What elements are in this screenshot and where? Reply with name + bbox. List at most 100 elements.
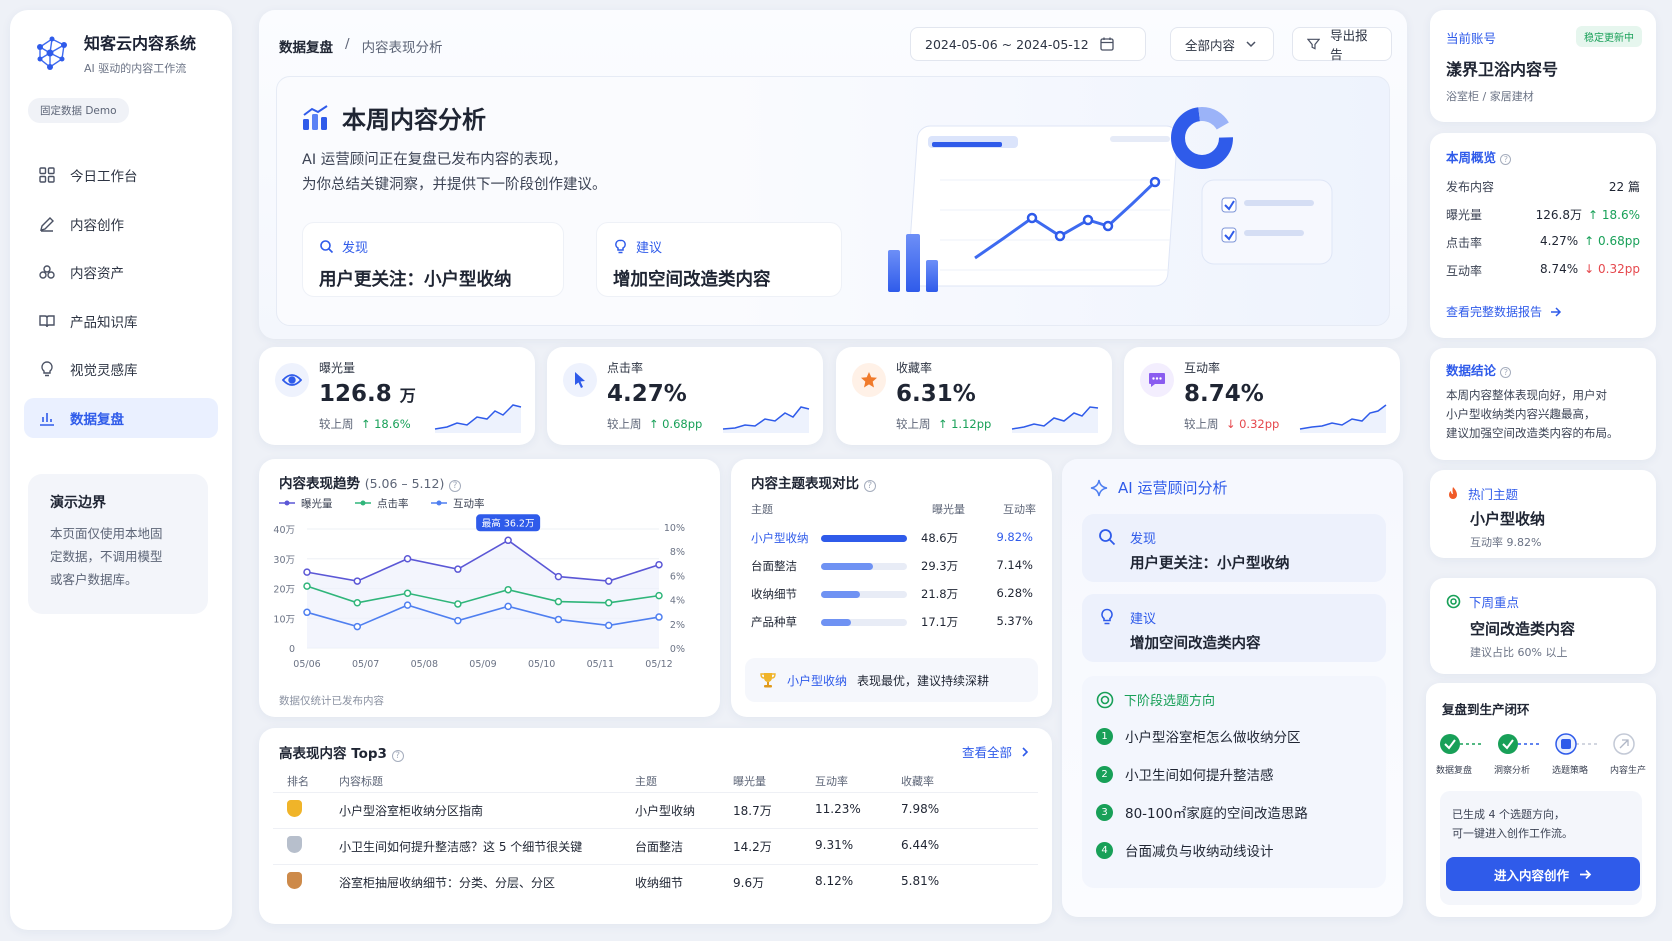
- table-header: 排名: [287, 775, 309, 788]
- table-header: 曝光量: [733, 775, 766, 788]
- content-rate: 11.23%: [815, 802, 861, 816]
- kpi-value: 4.27%: [607, 381, 687, 407]
- analytics-icon: [303, 104, 328, 130]
- full-report-link[interactable]: 查看完整数据报告: [1446, 303, 1562, 320]
- y-tick-right: 6%: [670, 571, 685, 582]
- breadcrumb-separator: /: [345, 36, 350, 52]
- sidebar-item-workbench[interactable]: 今日工作台: [24, 155, 218, 195]
- sidebar-item-create[interactable]: 内容创作: [24, 204, 218, 244]
- table-row[interactable]: 小卫生间如何提升整洁感？这 5 个细节很关键 台面整洁 14.2万 9.31% 6.44…: [259, 836, 1052, 864]
- sidebar-item-label: 产品知识库: [70, 314, 138, 331]
- overview-key: 点击率: [1446, 236, 1483, 250]
- y-tick-right: 2%: [670, 620, 685, 631]
- next-directions-title: 下阶段选题方向: [1096, 690, 1215, 709]
- content-title: 小卫生间如何提升整洁感？这 5 个细节很关键: [339, 840, 583, 854]
- demo-boundary-note: 演示边界 本页面仅使用本地固 定数据，不调用模型 或客户数据库。: [28, 474, 208, 614]
- trophy-icon: [760, 673, 776, 688]
- topic-bar: [821, 563, 873, 570]
- cursor-icon: [563, 363, 597, 397]
- kpi-delta: ↑ 0.68pp: [648, 417, 703, 431]
- table-row[interactable]: 浴室柜抽屉收纳细节：分类、分层、分区 收纳细节 9.6万 8.12% 5.81%: [259, 872, 1052, 900]
- legend-marker: [284, 500, 290, 506]
- date-range-picker[interactable]: 2024-05-06 ~ 2024-05-12: [910, 27, 1146, 61]
- help-icon[interactable]: ?: [1500, 154, 1512, 165]
- account-category: 浴室柜 / 家居建材: [1446, 90, 1534, 103]
- loop-note: 已生成 4 个选题方向， 可一键进入创作工作流。: [1452, 805, 1573, 843]
- overview-value-group: 22 篇: [1609, 178, 1640, 195]
- brand: 知客云内容系统 AI 驱动的内容工作流: [32, 30, 196, 76]
- export-report-button[interactable]: 导出报告: [1292, 27, 1392, 62]
- sidebar-item-label: 今日工作台: [70, 169, 138, 185]
- data-point: [303, 608, 311, 617]
- breadcrumb: 数据复盘 / 内容表现分析: [279, 36, 443, 56]
- kpi-card-engagement[interactable]: 互动率 8.74% 较上周 ↓ 0.32pp: [1124, 347, 1400, 445]
- star-icon: [852, 363, 886, 397]
- kpi-delta: ↓ 0.32pp: [1225, 417, 1280, 431]
- overview-row: 点击率 4.27% ↑ 0.68pp: [1446, 234, 1640, 251]
- medal-icon: [287, 800, 302, 817]
- sidebar-item-assets[interactable]: 内容资产: [24, 252, 218, 292]
- loop-step-labels: 数据复盘 洞察分析 选题策略 内容生产: [1430, 763, 1652, 776]
- overview-delta: ↑ 0.68pp: [1584, 234, 1640, 248]
- topic-bar: [821, 535, 907, 542]
- boundary-line: 本页面仅使用本地固: [50, 526, 163, 541]
- sidebar-item-inspiration[interactable]: 视觉灵感库: [24, 349, 218, 389]
- content-title: 浴室柜抽屉收纳细节：分类、分层、分区: [339, 876, 556, 890]
- kpi-delta: ↑ 1.12pp: [937, 417, 992, 431]
- view-all-link[interactable]: 查看全部: [962, 742, 1030, 761]
- ai-next-directions: 下阶段选题方向 1 小户型浴室柜怎么做收纳分区 2 小卫生间如何提升整洁感 3 80-10…: [1082, 676, 1386, 888]
- y-tick-left: 30万: [273, 555, 295, 566]
- help-icon[interactable]: ?: [1500, 367, 1512, 378]
- direction-number: 3: [1096, 803, 1113, 821]
- export-label: 导出报告: [1330, 28, 1368, 62]
- direction-number: 2: [1096, 765, 1113, 783]
- content-filter-value: 全部内容: [1185, 37, 1236, 53]
- kpi-card-ctr[interactable]: 点击率 4.27% 较上周 ↑ 0.68pp: [547, 347, 823, 445]
- sidebar-item-review[interactable]: 数据复盘: [24, 397, 218, 438]
- enter-create-button[interactable]: 进入内容创作: [1446, 857, 1640, 891]
- ai-suggestion-label: 建议: [1130, 612, 1157, 627]
- topic-name: 产品种草: [751, 615, 797, 629]
- loop-note-line: 已生成 4 个选题方向，: [1452, 808, 1565, 821]
- ai-advisor-panel: AI 运营顾问分析 发现 用户更关注：小户型收纳 建议 增加空间改造类内容 下阶…: [1062, 459, 1403, 917]
- sidebar-item-knowledge[interactable]: 产品知识库: [24, 301, 218, 341]
- help-icon[interactable]: ?: [391, 750, 404, 762]
- data-point: [303, 582, 311, 590]
- topic-row: 收纳细节 21.8万 6.28%: [751, 584, 1033, 604]
- row-divider: [273, 864, 1038, 865]
- filter-icon: [1307, 38, 1321, 50]
- full-report-label: 查看完整数据报告: [1446, 305, 1543, 319]
- data-point: [454, 600, 462, 608]
- help-icon[interactable]: ?: [863, 480, 876, 492]
- content-exposure: 9.6万: [733, 876, 765, 890]
- conclusion-line: 本周内容整体表现向好，用户对: [1446, 388, 1607, 402]
- overview-value-group: 4.27% ↑ 0.68pp: [1540, 234, 1640, 251]
- hot-topic-sub: 互动率 9.82%: [1470, 536, 1542, 549]
- y-tick-left: 0: [289, 644, 295, 655]
- book-icon: [39, 314, 55, 327]
- data-point: [403, 601, 412, 609]
- data-point: [504, 536, 512, 545]
- kpi-label: 曝光量: [319, 361, 356, 375]
- topic-rate: 7.14%: [996, 558, 1033, 572]
- kpi-card-favorite[interactable]: 收藏率 6.31% 较上周 ↑ 1.12pp: [836, 347, 1112, 445]
- hero-desc-line: 为你总结关键洞察，并提供下一阶段创作建议。: [302, 177, 607, 193]
- content-filter-select[interactable]: 全部内容: [1170, 27, 1274, 61]
- hero-finding-card: 发现 用户更关注：小户型收纳: [302, 222, 564, 297]
- kpi-delta: ↑ 18.6%: [360, 417, 411, 431]
- boundary-line: 定数据，不调用模型: [50, 549, 163, 564]
- sidebar-item-label: 内容创作: [70, 217, 124, 234]
- table-header: 内容标题: [339, 775, 383, 788]
- col-exposure: 曝光量: [932, 503, 965, 516]
- kpi-sparkline: [722, 406, 810, 433]
- kpi-value: 126.8: [319, 381, 392, 407]
- row-divider: [273, 792, 1038, 793]
- finding-label: 发现: [342, 241, 369, 256]
- date-range-value: 2024-05-06 ~ 2024-05-12: [925, 36, 1089, 52]
- kpi-card-exposure[interactable]: 曝光量 126.8 万 较上周 ↑ 18.6%: [259, 347, 535, 445]
- hero-description: AI 运营顾问正在复盘已发布内容的表现， 为你总结关键洞察，并提供下一阶段创作建…: [302, 148, 607, 198]
- ai-title: AI 运营顾问分析: [1090, 477, 1227, 498]
- x-tick: 05/10: [528, 659, 555, 670]
- table-row[interactable]: 小户型浴室柜收纳分区指南 小户型收纳 18.7万 11.23% 7.98%: [259, 800, 1052, 828]
- breadcrumb-root[interactable]: 数据复盘: [279, 36, 333, 56]
